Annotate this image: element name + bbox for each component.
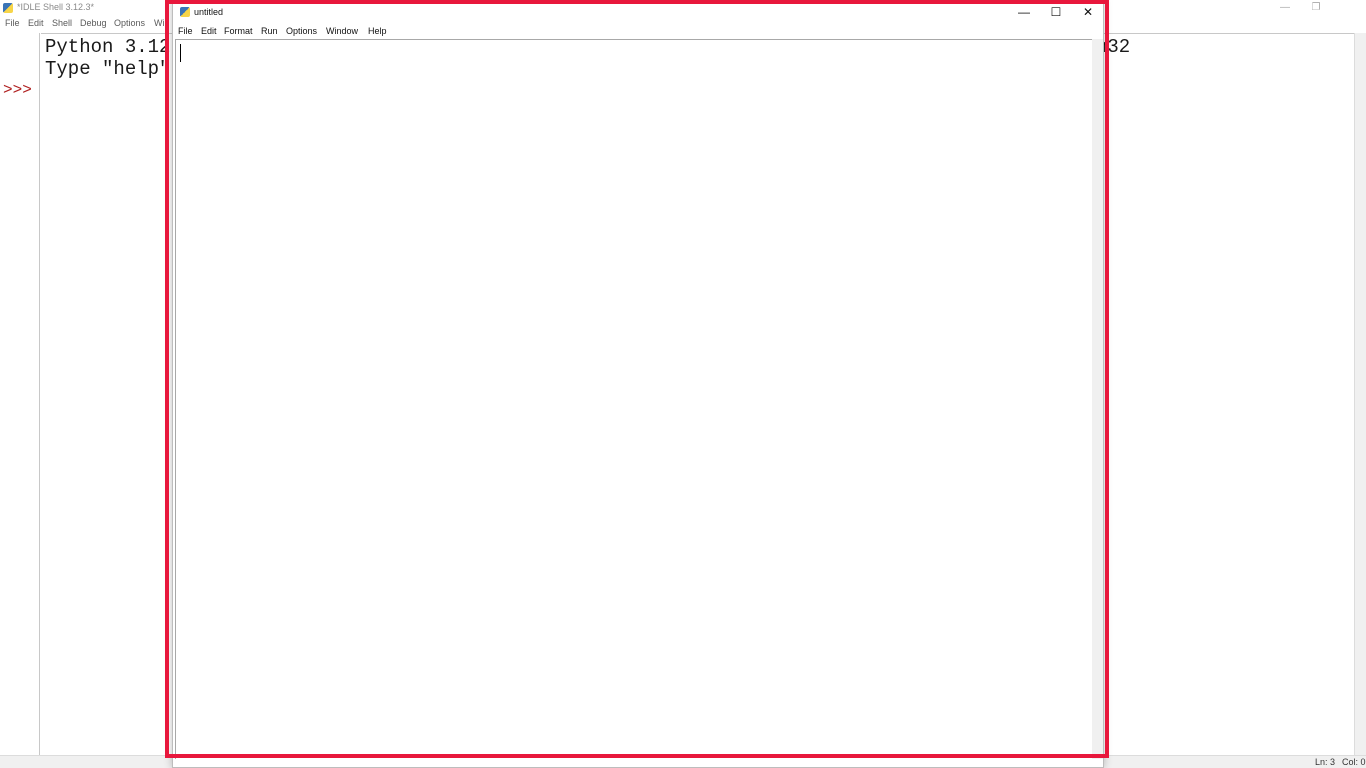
editor-vertical-scrollbar[interactable] <box>1092 39 1103 759</box>
shell-menu-window[interactable]: Wi <box>154 18 165 28</box>
editor-title: untitled <box>194 7 224 17</box>
status-line: Ln: 3 <box>1315 757 1336 767</box>
editor-menu-format[interactable]: Format <box>224 26 253 36</box>
shell-banner-line-2: Type "help" <box>45 58 171 80</box>
editor-menu-options[interactable]: Options <box>286 26 317 36</box>
editor-text-area[interactable] <box>175 39 1092 759</box>
editor-close-button[interactable]: ✕ <box>1071 1 1105 23</box>
status-column: Col: 0 <box>1342 757 1366 767</box>
editor-menu-run[interactable]: Run <box>261 26 278 36</box>
python-icon <box>180 7 190 17</box>
editor-menu-file[interactable]: File <box>178 26 193 36</box>
shell-title: *IDLE Shell 3.12.3* <box>17 2 95 12</box>
editor-menu-window[interactable]: Window <box>326 26 358 36</box>
editor-titlebar[interactable]: untitled — ☐ ✕ <box>173 1 1103 23</box>
editor-menubar: File Edit Format Run Options Window Help <box>173 24 1103 38</box>
python-icon <box>3 3 13 13</box>
shell-menu-edit[interactable]: Edit <box>28 18 44 28</box>
shell-menu-shell[interactable]: Shell <box>52 18 72 28</box>
untitled-editor-window: untitled — ☐ ✕ File Edit Format Run Opti… <box>172 0 1104 768</box>
shell-banner-line-1: Python 3.12 <box>45 36 171 58</box>
editor-maximize-button[interactable]: ☐ <box>1039 1 1073 23</box>
editor-menu-edit[interactable]: Edit <box>201 26 217 36</box>
shell-vertical-scrollbar[interactable] <box>1354 33 1366 755</box>
shell-prompt: >>> <box>3 81 32 99</box>
shell-restore-button[interactable]: ❐ <box>1301 0 1331 16</box>
shell-menu-options[interactable]: Options <box>114 18 145 28</box>
shell-menu-file[interactable]: File <box>5 18 20 28</box>
editor-minimize-button[interactable]: — <box>1007 1 1041 23</box>
shell-minimize-button[interactable]: — <box>1270 0 1300 16</box>
shell-prompt-gutter <box>0 33 40 755</box>
editor-menu-help[interactable]: Help <box>368 26 387 36</box>
shell-menu-debug[interactable]: Debug <box>80 18 107 28</box>
text-cursor <box>180 44 181 62</box>
